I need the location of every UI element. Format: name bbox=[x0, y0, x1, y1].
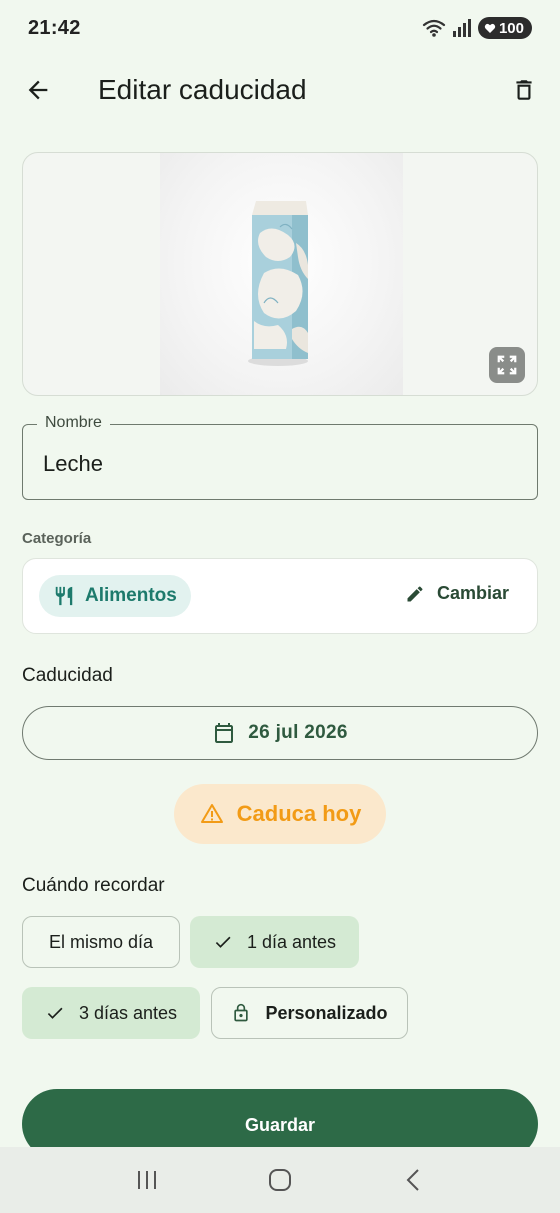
home-button[interactable] bbox=[250, 1155, 310, 1205]
chevron-left-icon bbox=[406, 1169, 420, 1191]
category-card: Alimentos Cambiar bbox=[22, 558, 538, 634]
status-bar: 21:42 100 bbox=[0, 0, 560, 56]
battery-level: 100 bbox=[498, 19, 524, 37]
expiry-status-badge: Caduca hoy bbox=[174, 784, 386, 844]
category-section-label: Categoría bbox=[22, 530, 92, 547]
back-button[interactable] bbox=[18, 70, 58, 110]
reminder-chip-same-day[interactable]: El mismo día bbox=[22, 916, 180, 968]
wifi-icon bbox=[422, 19, 446, 37]
name-input[interactable] bbox=[43, 451, 513, 477]
trash-icon bbox=[516, 80, 532, 100]
reminder-chip-label: Personalizado bbox=[265, 1002, 388, 1023]
category-chip-alimentos: Alimentos bbox=[39, 575, 191, 617]
status-icons: 100 bbox=[422, 17, 532, 39]
warning-icon bbox=[200, 804, 223, 823]
recent-apps-icon bbox=[137, 1171, 156, 1189]
delete-button[interactable] bbox=[504, 70, 544, 110]
home-icon bbox=[268, 1169, 291, 1191]
reminder-chip-custom[interactable]: Personalizado bbox=[211, 987, 408, 1039]
milk-carton-photo bbox=[248, 201, 308, 366]
reminders-section-label: Cuándo recordar bbox=[22, 875, 165, 896]
reminder-chip-1-day[interactable]: 1 día antes bbox=[190, 916, 359, 968]
product-photo bbox=[160, 153, 403, 395]
heart-shield-icon bbox=[484, 23, 496, 33]
signal-icon bbox=[452, 19, 471, 37]
recent-apps-button[interactable] bbox=[117, 1155, 177, 1205]
reminder-chip-3-days[interactable]: 3 días antes bbox=[22, 987, 200, 1039]
product-image-card[interactable] bbox=[22, 152, 538, 396]
calendar-icon bbox=[215, 723, 234, 743]
utensils-icon bbox=[55, 586, 73, 606]
change-category-button[interactable]: Cambiar bbox=[405, 583, 509, 604]
name-field-label: Nombre bbox=[37, 414, 110, 432]
check-icon bbox=[215, 936, 231, 948]
fullscreen-icon bbox=[497, 355, 517, 375]
system-nav-bar bbox=[0, 1147, 560, 1213]
expand-image-button[interactable] bbox=[489, 347, 525, 383]
date-picker-button[interactable]: 26 jul 2026 bbox=[22, 706, 538, 760]
battery-indicator: 100 bbox=[477, 17, 532, 39]
name-field[interactable]: Nombre bbox=[22, 414, 538, 500]
change-category-label: Cambiar bbox=[436, 583, 509, 603]
reminder-chip-label: 3 días antes bbox=[78, 1002, 178, 1023]
system-back-button[interactable] bbox=[383, 1155, 443, 1205]
expiry-status-label: Caduca hoy bbox=[236, 801, 362, 826]
expiry-section-label: Caducidad bbox=[22, 665, 113, 686]
app-bar: Editar caducidad bbox=[0, 56, 560, 128]
status-time: 21:42 bbox=[28, 16, 81, 39]
check-icon bbox=[47, 1007, 63, 1019]
pencil-icon bbox=[407, 585, 423, 601]
category-chip-label: Alimentos bbox=[85, 585, 177, 606]
page-title: Editar caducidad bbox=[98, 74, 307, 105]
expiry-date: 26 jul 2026 bbox=[248, 722, 348, 743]
lock-icon bbox=[234, 1003, 249, 1022]
reminder-chip-label: 1 día antes bbox=[246, 931, 337, 952]
arrow-back-icon bbox=[28, 80, 48, 100]
reminder-chip-label: El mismo día bbox=[48, 931, 154, 952]
